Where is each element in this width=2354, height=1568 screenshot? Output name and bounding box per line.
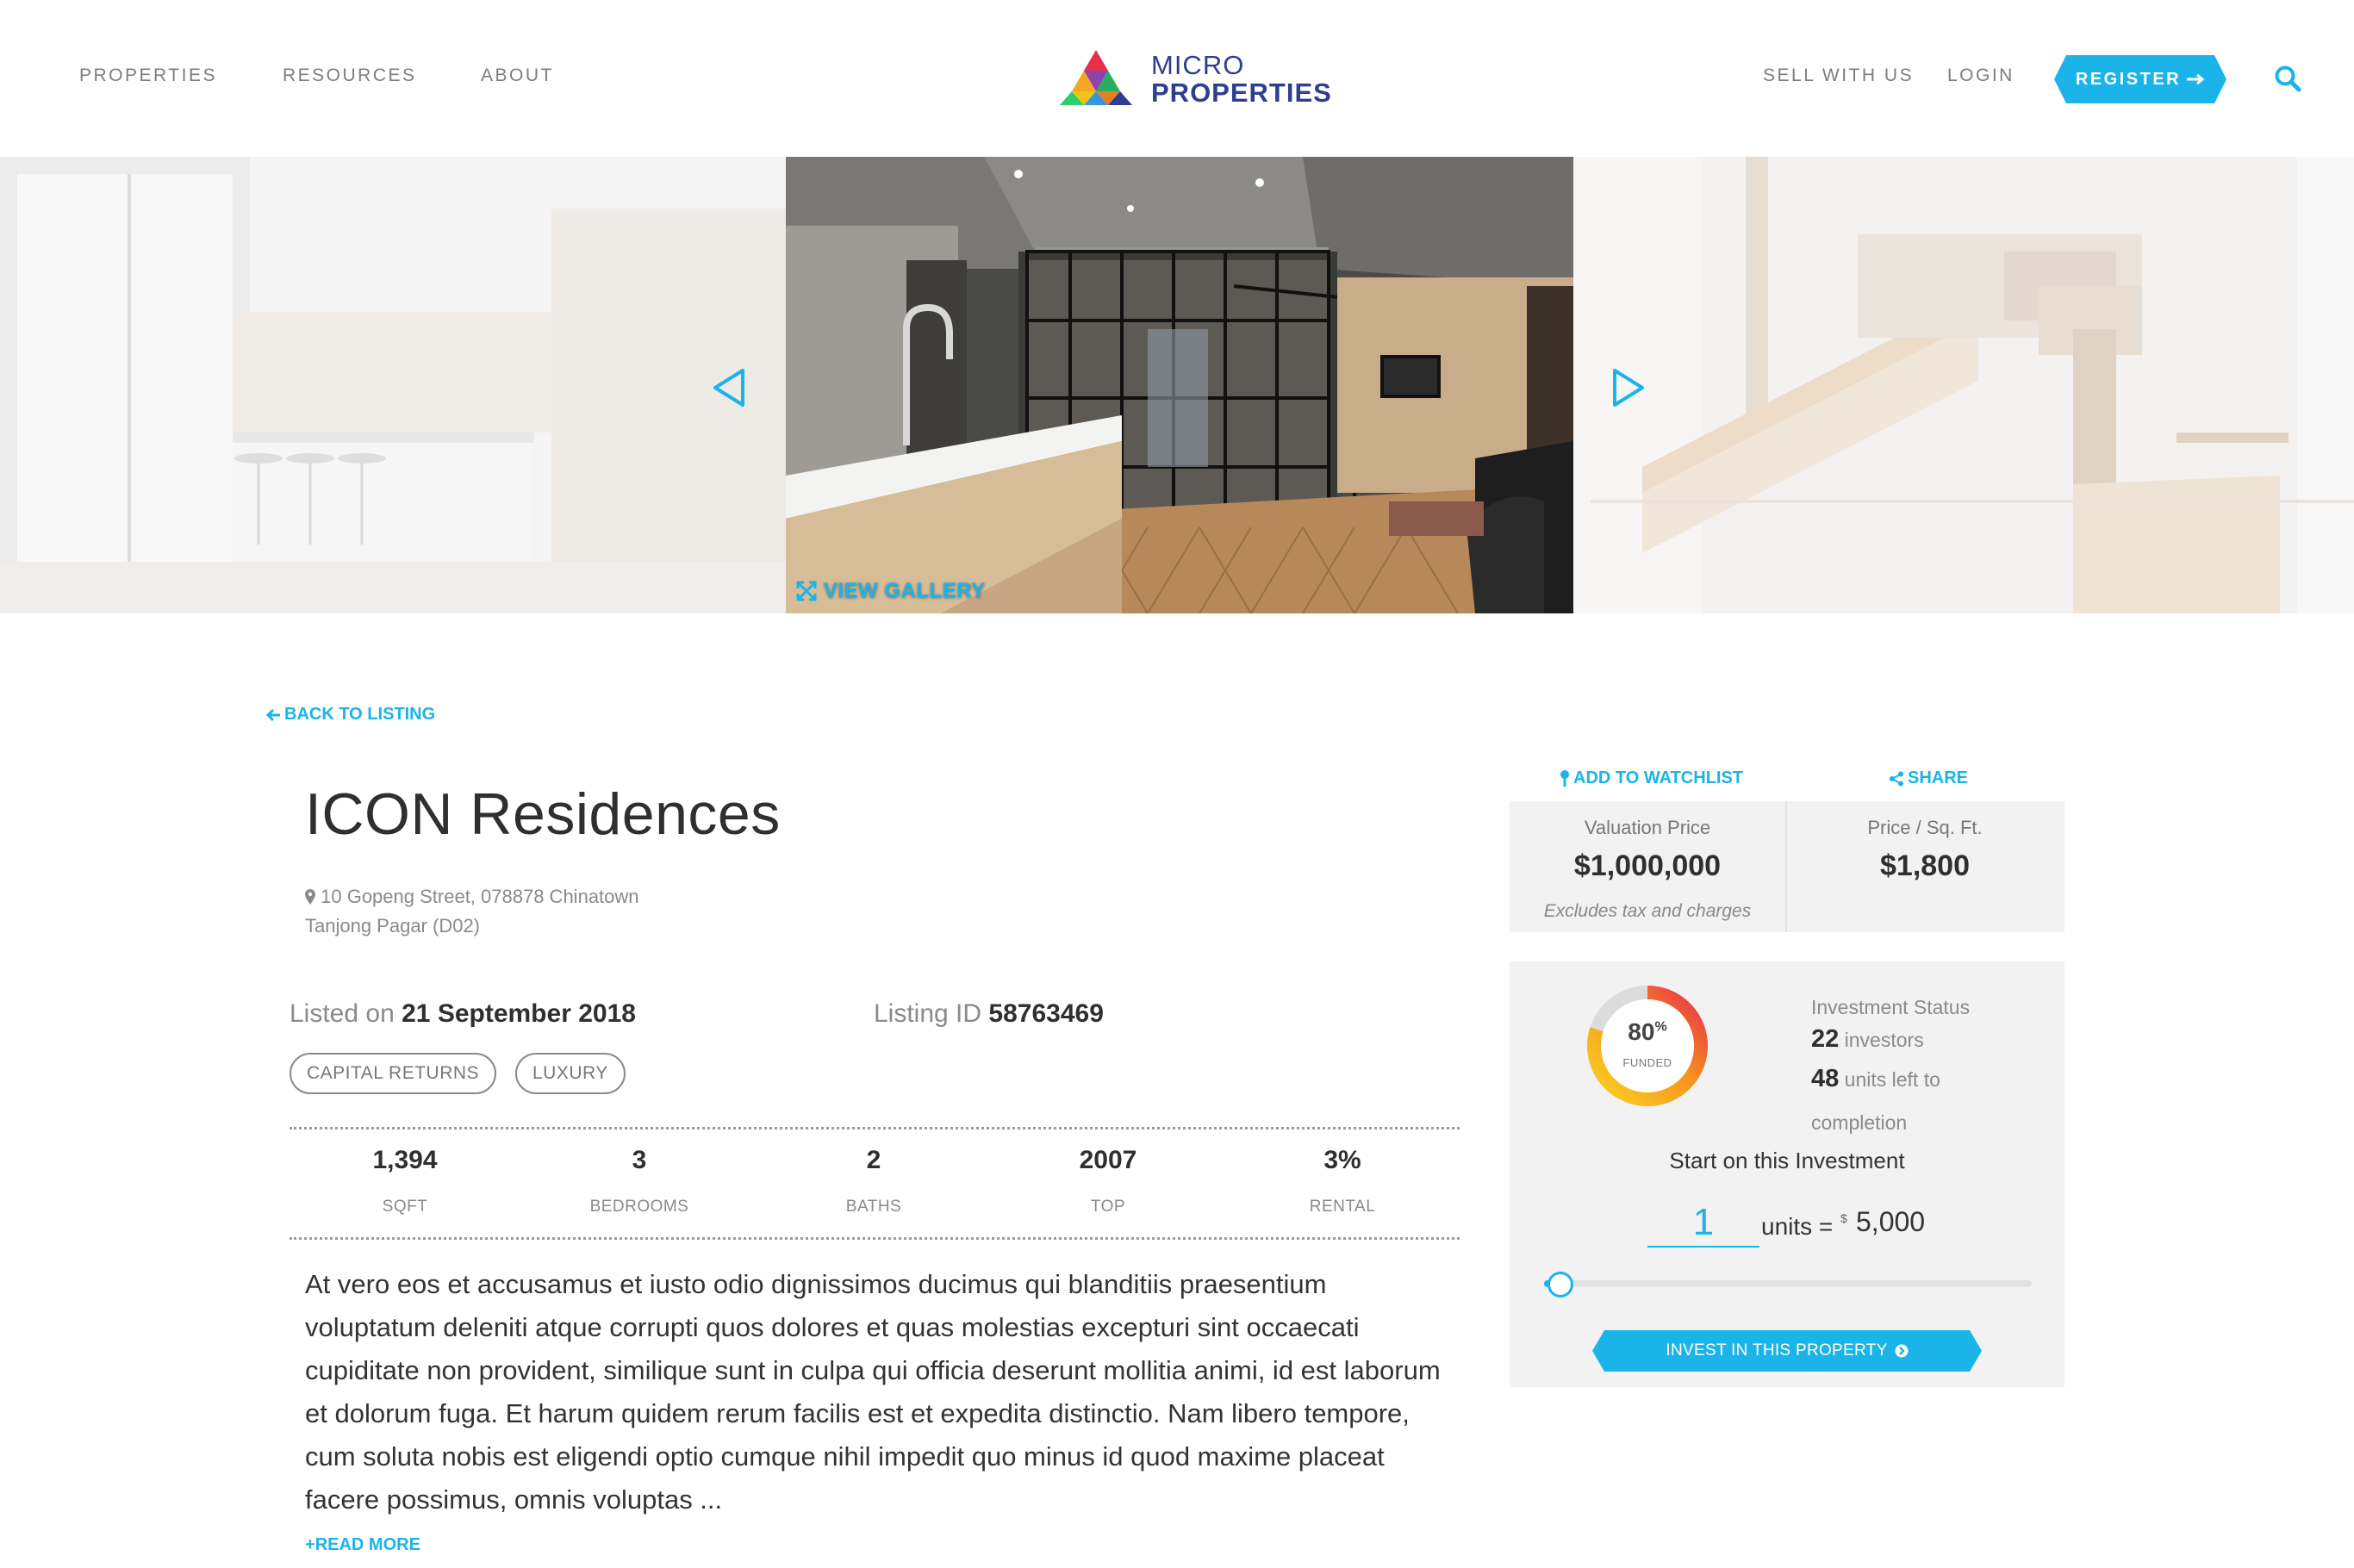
- gallery-next-arrow-icon[interactable]: [1610, 367, 1646, 408]
- address-street: 10 Gopeng Street, 078878 Chinatown: [321, 886, 639, 907]
- units-left-label: units left to: [1844, 1068, 1940, 1091]
- search-icon[interactable]: [2273, 64, 2302, 93]
- start-investment-title: Start on this Investment: [1669, 1148, 1905, 1173]
- listed-on: Listed on 21 September 2018: [290, 999, 636, 1029]
- hero-gallery: VIEW GALLERY: [0, 157, 2354, 613]
- stat-label: BATHS: [845, 1198, 902, 1216]
- price-per-sqft-value: $1,800: [1880, 849, 1970, 882]
- stat-top: 2007 TOP: [1005, 1146, 1211, 1216]
- arrow-left-icon: [265, 708, 280, 721]
- listing-id-label: Listing ID: [874, 999, 982, 1028]
- plus-icon: +: [305, 1535, 315, 1554]
- gallery-image-previous[interactable]: [0, 157, 786, 613]
- invest-button[interactable]: INVEST IN THIS PROPERTY: [1592, 1330, 1982, 1372]
- units-slider-handle[interactable]: [1548, 1272, 1573, 1297]
- nav-about[interactable]: ABOUT: [481, 65, 554, 86]
- add-to-watchlist-link[interactable]: ADD TO WATCHLIST: [1560, 768, 1743, 788]
- stat-value: 2: [866, 1146, 881, 1174]
- address-line-2: Tanjong Pagar (D02): [305, 915, 481, 936]
- view-gallery-label: VIEW GALLERY: [824, 579, 986, 602]
- listed-on-label: Listed on: [290, 999, 395, 1028]
- site-logo[interactable]: MICRO PROPERTIES: [1053, 48, 1331, 109]
- investment-total: 5,000: [1856, 1206, 1926, 1237]
- units-label: units =: [1761, 1213, 1834, 1240]
- stat-bedrooms: 3 BEDROOMS: [536, 1146, 743, 1216]
- stat-label: SQFT: [382, 1198, 428, 1216]
- logo-line-2: PROPERTIES: [1151, 78, 1332, 108]
- logo-mark-icon: [1060, 50, 1132, 105]
- location-pin-icon: [305, 889, 315, 905]
- share-label: SHARE: [1908, 768, 1969, 787]
- stat-label: RENTAL: [1309, 1198, 1376, 1216]
- property-description: At vero eos et accusamus et iusto odio d…: [305, 1269, 1441, 1515]
- stats-divider-bottom: [290, 1237, 1460, 1240]
- logo-wordmark: MICRO PROPERTIES: [1151, 52, 1332, 106]
- funded-label: FUNDED: [1622, 1056, 1672, 1069]
- funded-progress-ring: [1587, 986, 1708, 1106]
- arrow-right-icon: [2187, 73, 2205, 85]
- investors-count: 22 investors: [1811, 1025, 1924, 1054]
- gallery-image-current[interactable]: [786, 157, 1573, 613]
- view-gallery-link[interactable]: VIEW GALLERY: [796, 579, 986, 603]
- share-icon: [1890, 771, 1903, 786]
- stat-rental: 3% RENTAL: [1239, 1146, 1446, 1216]
- units-slider-track[interactable]: [1544, 1280, 2032, 1287]
- gallery-previous-arrow-icon[interactable]: [712, 367, 748, 408]
- register-label: REGISTER: [2075, 69, 2182, 89]
- property-title: ICON Residences: [305, 781, 781, 847]
- listed-on-date: 21 September 2018: [402, 999, 636, 1028]
- stat-label: TOP: [1090, 1198, 1126, 1216]
- tag-luxury[interactable]: LUXURY: [515, 1053, 626, 1094]
- back-to-listing-link[interactable]: BACK TO LISTING: [265, 705, 435, 725]
- read-more-label: READ MORE: [314, 1535, 420, 1554]
- stat-value: 1,394: [372, 1146, 438, 1174]
- read-more-link[interactable]: +READ MORE: [305, 1535, 420, 1555]
- arrow-circle-right-icon: [1895, 1344, 1909, 1358]
- price-summary: Valuation Price $1,000,000 Excludes tax …: [1510, 801, 2064, 932]
- nav-login[interactable]: LOGIN: [1947, 65, 2015, 86]
- stat-value: 2007: [1079, 1146, 1137, 1174]
- listing-id-value: 58763469: [988, 999, 1104, 1028]
- tag-capital-returns[interactable]: CAPITAL RETURNS: [290, 1053, 497, 1094]
- logo-line-1: MICRO: [1151, 50, 1245, 80]
- percent-sign: %: [1654, 1019, 1667, 1035]
- funded-percent: 80%: [1585, 1018, 1709, 1046]
- address-line-1: 10 Gopeng Street, 078878 Chinatown: [305, 882, 639, 912]
- property-address: 10 Gopeng Street, 078878 Chinatown Tanjo…: [305, 882, 639, 941]
- register-button[interactable]: REGISTER: [2054, 55, 2226, 103]
- stat-label: BEDROOMS: [589, 1198, 689, 1216]
- investors-number: 22: [1811, 1025, 1840, 1053]
- units-input[interactable]: [1647, 1199, 1759, 1248]
- investors-label: investors: [1844, 1029, 1924, 1051]
- back-to-listing-label: BACK TO LISTING: [284, 705, 436, 724]
- site-header: PROPERTIES RESOURCES ABOUT MICRO PROPERT…: [0, 0, 2354, 157]
- funded-percent-number: 80: [1628, 1018, 1655, 1045]
- invest-button-label: INVEST IN THIS PROPERTY: [1666, 1341, 1888, 1360]
- stat-baths: 2 BATHS: [770, 1146, 977, 1216]
- units-left: 48 units left to: [1811, 1065, 1940, 1093]
- stat-value: 3: [632, 1146, 647, 1174]
- investment-panel: 80% FUNDED Investment Status 22 investor…: [1510, 961, 2064, 1387]
- price-per-sqft-label: Price / Sq. Ft.: [1867, 817, 1983, 838]
- valuation-label: Valuation Price: [1584, 817, 1711, 838]
- stats-divider-top: [290, 1127, 1460, 1129]
- valuation-note: Excludes tax and charges: [1543, 901, 1752, 921]
- units-left-number: 48: [1811, 1065, 1840, 1092]
- stat-sqft: 1,394 SQFT: [302, 1146, 508, 1216]
- share-link[interactable]: SHARE: [1889, 768, 1968, 788]
- currency-symbol: $: [1840, 1211, 1847, 1225]
- nav-sell-with-us[interactable]: SELL WITH US: [1763, 65, 1914, 86]
- pin-icon: [1560, 769, 1569, 787]
- investment-status-title: Investment Status: [1811, 996, 1971, 1018]
- stat-value: 3%: [1323, 1146, 1361, 1174]
- nav-resources[interactable]: RESOURCES: [283, 65, 417, 86]
- expand-icon: [796, 581, 817, 601]
- listing-id: Listing ID 58763469: [874, 999, 1104, 1029]
- add-to-watchlist-label: ADD TO WATCHLIST: [1573, 768, 1744, 787]
- gallery-image-next[interactable]: [1573, 157, 2354, 613]
- units-left-label-continued: completion: [1811, 1111, 1908, 1134]
- valuation-value: $1,000,000: [1573, 849, 1722, 882]
- nav-properties[interactable]: PROPERTIES: [79, 65, 217, 86]
